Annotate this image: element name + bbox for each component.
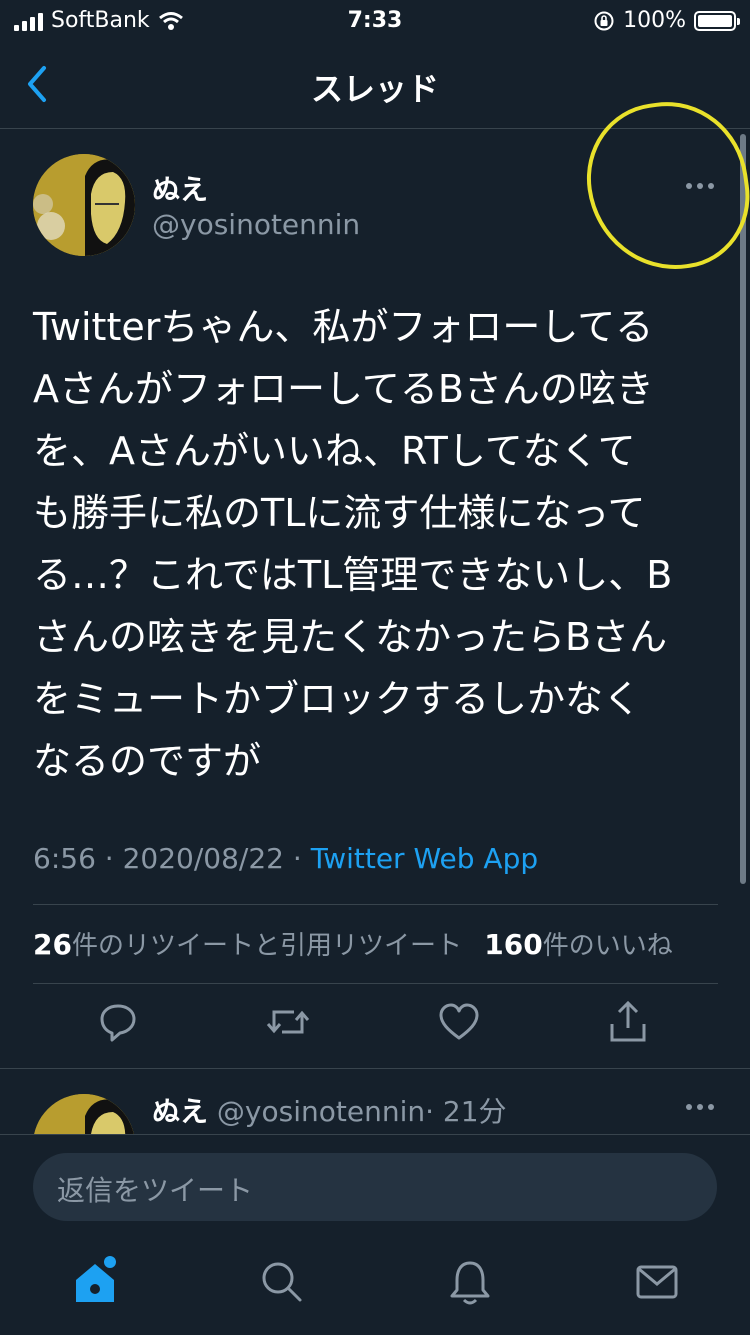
notifications-icon[interactable] xyxy=(448,1258,492,1306)
author-handle[interactable]: @yosinotennin xyxy=(152,208,360,241)
tweet-actions xyxy=(0,1000,750,1060)
like-count: 160 xyxy=(484,928,543,961)
divider xyxy=(0,1068,750,1069)
reply-input-placeholder: 返信をツイート xyxy=(57,1174,254,1207)
battery-percentage: 100% xyxy=(623,8,686,33)
reply-input[interactable]: 返信をツイート xyxy=(33,1153,717,1221)
orientation-lock-icon xyxy=(594,11,614,30)
avatar-image xyxy=(33,1094,135,1134)
reply-age: · 21分 xyxy=(425,1095,507,1128)
avatar[interactable] xyxy=(33,1094,135,1134)
author-name[interactable]: ぬえ xyxy=(152,1095,208,1128)
page-title: スレッド xyxy=(310,70,439,108)
separator: · xyxy=(292,842,302,875)
reply-tweet[interactable]: ぬえ @yosinotennin· 21分 xyxy=(0,1072,750,1134)
like-icon[interactable] xyxy=(438,1000,480,1044)
like-label: 件のいいね xyxy=(542,931,673,961)
separator: · xyxy=(104,842,114,875)
source-app-link[interactable]: Twitter Web App xyxy=(311,842,538,875)
reply-author: ぬえ @yosinotennin· 21分 xyxy=(152,1090,507,1130)
retweet-count: 26 xyxy=(33,928,72,961)
avatar-image xyxy=(33,154,135,256)
retweet-icon[interactable] xyxy=(266,1000,310,1044)
tweet-date: 2020/08/22 xyxy=(122,842,284,875)
tab-bar xyxy=(0,1240,750,1334)
engagement-stats: 26件のリツイートと引用リツイート 160件のいいね xyxy=(33,925,673,962)
retweets-link[interactable]: 26件のリツイートと引用リツイート xyxy=(33,928,462,961)
author-name[interactable]: ぬえ xyxy=(152,168,208,208)
status-bar: SoftBank 7:33 100% xyxy=(0,0,750,42)
likes-link[interactable]: 160件のいいね xyxy=(484,928,673,961)
tweet-time: 6:56 xyxy=(33,842,96,875)
search-icon[interactable] xyxy=(258,1258,306,1306)
share-icon[interactable] xyxy=(608,1000,648,1044)
messages-icon[interactable] xyxy=(634,1258,680,1306)
scrollbar[interactable] xyxy=(740,134,746,884)
tweet-text: Twitterちゃん、私がフォローしてる AさんがフォローしてるBさんの呟き を… xyxy=(33,305,673,783)
more-options-icon[interactable] xyxy=(686,1104,714,1110)
divider xyxy=(33,904,718,905)
tweet-metadata: 6:56 · 2020/08/22 · Twitter Web App xyxy=(33,842,538,875)
divider xyxy=(33,983,718,984)
reply-icon[interactable] xyxy=(98,1000,138,1044)
retweet-label: 件のリツイートと引用リツイート xyxy=(71,931,462,961)
author-handle[interactable]: @yosinotennin xyxy=(217,1095,425,1128)
avatar[interactable] xyxy=(33,154,135,256)
new-content-dot xyxy=(104,1256,116,1268)
battery-icon xyxy=(694,10,740,31)
